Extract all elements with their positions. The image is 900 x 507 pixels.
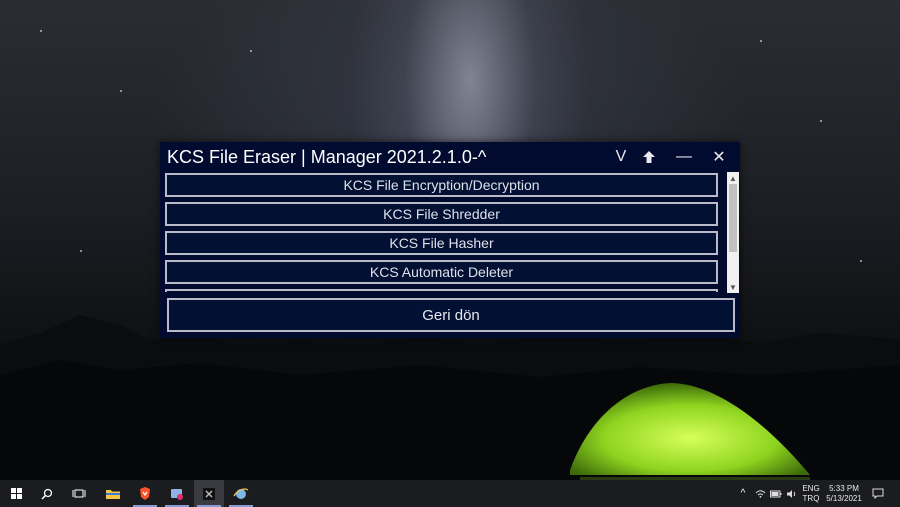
brave-browser-icon[interactable] [130,480,160,507]
menu-item-encryption[interactable]: KCS File Encryption/Decryption [165,173,718,197]
menu-item-shredder[interactable]: KCS File Shredder [165,202,718,226]
language-top: ENG [802,484,820,493]
app-window: KCS File Eraser | Manager 2021.2.1.0-^ V… [160,142,740,338]
window-title: KCS File Eraser | Manager 2021.2.1.0-^ [167,147,487,167]
chevron-up-icon[interactable]: ^ [734,480,752,507]
star [860,260,862,262]
pin-button[interactable] [636,145,662,169]
volume-icon[interactable] [784,480,800,507]
search-icon[interactable] [32,480,62,507]
language-bottom: TRQ [802,494,820,503]
close-button[interactable]: ✕ [706,145,732,169]
glowing-tent [570,383,810,483]
pin-up-arrow-icon [643,151,655,163]
scroll-down-arrow-icon[interactable]: ▼ [727,281,739,293]
back-button[interactable]: Geri dön [167,298,735,332]
star [820,120,822,122]
dropdown-button[interactable]: V [608,145,634,169]
star [40,30,42,32]
scroll-thumb[interactable] [729,184,737,252]
windows-start-icon[interactable] [2,480,32,507]
battery-icon[interactable] [768,480,784,507]
minimize-button[interactable]: — [671,145,697,169]
kcs-app-icon[interactable] [194,480,224,507]
title-bar[interactable]: KCS File Eraser | Manager 2021.2.1.0-^ V… [160,142,740,172]
wifi-icon[interactable] [752,480,768,507]
app-icon[interactable] [162,480,192,507]
ie-app-icon[interactable] [226,480,256,507]
star [760,40,762,42]
list-scrollbar[interactable]: ▲ ▼ [727,172,739,293]
language-indicator[interactable]: ENG TRQ [800,484,822,504]
clock-time: 5:33 PM [829,484,859,493]
star [120,90,122,92]
menu-item-automatic-deleter[interactable]: KCS Automatic Deleter [165,260,718,284]
clock[interactable]: 5:33 PM 5/13/2021 [824,484,864,504]
star [250,50,252,52]
scroll-up-arrow-icon[interactable]: ▲ [727,172,739,184]
taskbar: ^ ENG TRQ 5:33 PM 5/13/2021 [0,480,900,507]
file-explorer-icon[interactable] [98,480,128,507]
notification-icon[interactable] [866,480,890,507]
star [80,250,82,252]
tool-list[interactable]: KCS File Encryption/Decryption KCS File … [165,172,726,292]
menu-item-partial[interactable] [165,289,718,292]
menu-item-hasher[interactable]: KCS File Hasher [165,231,718,255]
task-view-icon[interactable] [64,480,94,507]
clock-date: 5/13/2021 [826,494,862,503]
